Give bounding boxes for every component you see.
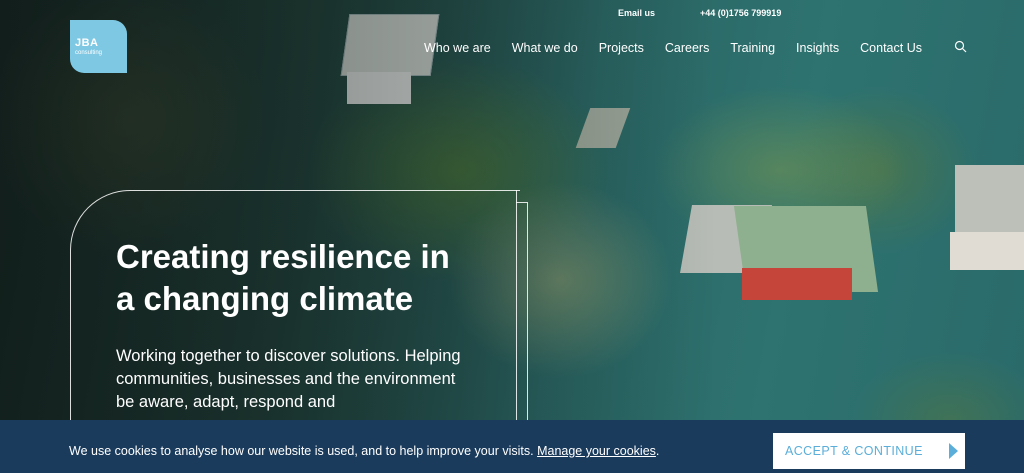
manage-cookies-link[interactable]: Manage your cookies <box>537 444 656 458</box>
arrow-right-icon <box>949 443 958 459</box>
accept-continue-button[interactable]: ACCEPT & CONTINUE <box>773 433 965 469</box>
cookie-message: We use cookies to analyse how our websit… <box>69 444 659 458</box>
nav-item-who-we-are[interactable]: Who we are <box>424 41 491 55</box>
nav-item-projects[interactable]: Projects <box>599 41 644 55</box>
logo-name: JBA <box>75 37 99 49</box>
hero-text: Working together to discover solutions. … <box>116 347 461 411</box>
nav-item-what-we-do[interactable]: What we do <box>512 41 578 55</box>
main-nav: Who we are What we do Projects Careers T… <box>424 40 943 56</box>
cookie-text: We use cookies to analyse how our websit… <box>69 444 534 458</box>
search-icon[interactable] <box>954 40 967 53</box>
nav-item-training[interactable]: Training <box>730 41 775 55</box>
logo-tagline: consulting <box>75 50 103 56</box>
nav-item-careers[interactable]: Careers <box>665 41 709 55</box>
email-link[interactable]: Email us <box>618 8 655 18</box>
accept-continue-label: ACCEPT & CONTINUE <box>785 444 923 458</box>
phone-link[interactable]: +44 (0)1756 799919 <box>700 8 781 18</box>
hero-frame-line <box>516 202 528 432</box>
cookie-bar: We use cookies to analyse how our websit… <box>0 420 1024 473</box>
nav-item-insights[interactable]: Insights <box>796 41 839 55</box>
hero-title: Creating resilience in a changing climat… <box>116 238 450 317</box>
logo[interactable]: JBA consulting <box>70 20 127 73</box>
top-links: Email us +44 (0)1756 799919 <box>424 8 1024 20</box>
nav-item-contact-us[interactable]: Contact Us <box>860 41 922 55</box>
cookie-period: . <box>655 444 660 458</box>
